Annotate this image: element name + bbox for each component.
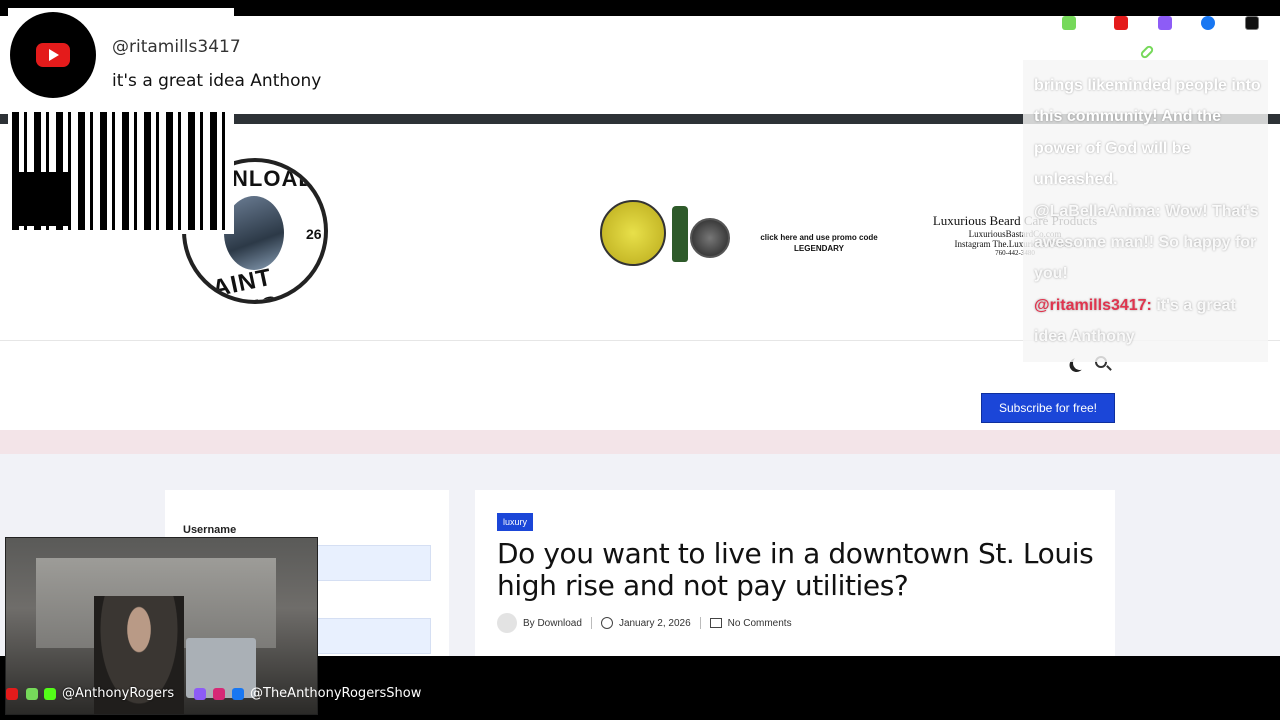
author-link[interactable]: Download [537,618,581,629]
chat-popup-message: it's a great idea Anthony [112,71,322,91]
twitch-count: 1 [1179,15,1188,31]
article-meta: By Download January 2, 2026 No Comments [497,613,792,633]
youtube-icon [36,43,70,67]
chat-popup: @ritamills3417 it's a great idea Anthony [0,0,470,110]
x-count: 4 [1267,15,1275,31]
subscribe-button[interactable]: Subscribe for free! [981,393,1115,423]
link-icon [1139,44,1155,60]
logo-number: 26 [306,226,322,242]
twitch-icon [194,688,206,700]
author-avatar[interactable] [497,613,517,633]
oil-bottle-icon [672,206,688,262]
viewer-stats: 63 5 1 0 4 [1030,10,1275,36]
link-stats: 0 [1139,44,1168,60]
meta-divider [590,617,592,629]
author-prefix: By [523,617,535,629]
article-title[interactable]: Do you want to live in a downtown St. Lo… [497,538,1097,602]
rumble-count: 63 [1084,15,1100,31]
twitch-icon [1157,16,1172,30]
rumble-icon [26,688,38,700]
promo-line-1: click here and use promo code [760,233,878,242]
kick-icon [44,688,56,700]
facebook-icon [1201,16,1216,30]
beard-products-ad-image[interactable] [600,200,732,276]
handle-left: @AnthonyRogers [62,686,175,701]
article-card: luxury Do you want to live in a downtown… [475,490,1115,656]
rumble-icon [1062,16,1077,30]
x-icon [1245,16,1260,30]
chat-popup-username: @ritamills3417 [112,37,241,57]
chat-username: @ritamills3417: [1034,296,1152,314]
skull-badge-icon [600,200,666,266]
article-date[interactable]: January 2, 2026 [619,618,691,629]
youtube-icon [6,688,18,700]
beard-badge-icon [690,218,730,258]
promo-link[interactable]: click here and use promo code LEGENDARY [740,232,898,254]
comments-link[interactable]: No Comments [728,618,792,629]
logo-text-top: NLOAD [232,166,316,191]
handle-right: @TheAnthonyRogersShow [250,686,422,701]
pink-band [0,430,1280,454]
promo-line-2: LEGENDARY [794,244,844,253]
instagram-icon [213,688,225,700]
link-count: 0 [1160,44,1168,60]
comment-icon [709,618,722,628]
username-label: Username [183,524,237,536]
facebook-icon [232,688,244,700]
chat-line: brings likeminded people into this commu… [1034,77,1261,189]
chat-username: @LaBellaAnima: [1034,202,1161,220]
youtube-count: 5 [1135,15,1144,31]
youtube-avatar [10,12,96,98]
meta-divider [699,617,701,629]
side-chat-panel: brings likeminded people into this commu… [1023,60,1268,362]
category-badge[interactable]: luxury [497,513,534,531]
stream-frame: NLOAD 26 SAINT LOUIS click here and use … [0,0,1280,720]
youtube-icon [1113,16,1128,30]
clock-icon [600,617,613,629]
facebook-count: 0 [1223,15,1232,31]
side-chat-text: brings likeminded people into this commu… [1034,70,1266,353]
